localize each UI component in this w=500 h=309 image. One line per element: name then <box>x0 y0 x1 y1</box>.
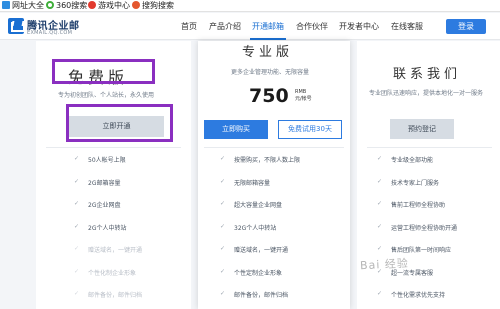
check-icon: ✓ <box>377 155 383 162</box>
feature-item: 2G企业网盘 <box>88 202 121 209</box>
plan-pro-price: 750 <box>249 85 289 107</box>
check-icon: ✓ <box>74 222 80 230</box>
check-icon: ✓ <box>220 267 226 275</box>
check-icon: ✓ <box>220 245 226 252</box>
check-icon: ✓ <box>74 267 80 275</box>
feature-item: 专业级全部功能 <box>391 157 434 164</box>
feature-item: 邮件备份，邮件归档 <box>234 292 289 299</box>
feature-item: 技术专家上门服务 <box>391 179 440 187</box>
feature-item: 个性化需求优先支持 <box>391 292 446 299</box>
game-icon <box>88 1 96 9</box>
check-icon: ✓ <box>220 200 226 207</box>
feature-item: 售后团队第一时间响应 <box>391 247 452 254</box>
bookmark-item[interactable]: 网址大全 <box>2 1 44 11</box>
nav-active-indicator <box>250 38 286 40</box>
nav-open-mailbox[interactable]: 开通邮箱 <box>252 21 284 32</box>
check-icon: ✓ <box>220 155 226 162</box>
feature-item: 2G个人中转站 <box>88 224 127 232</box>
check-icon: ✓ <box>377 200 383 207</box>
divider <box>204 147 344 148</box>
bookmark-item[interactable]: 游戏中心 <box>88 1 130 11</box>
nav-partners[interactable]: 合作伙伴 <box>296 21 328 32</box>
price-unit: RMB <box>295 89 307 95</box>
check-icon: ✓ <box>220 222 226 230</box>
feature-item: 无限邮箱容量 <box>234 179 271 187</box>
login-button[interactable]: 登录 <box>446 19 486 34</box>
nav-product[interactable]: 产品介绍 <box>209 21 241 32</box>
logo-icon[interactable] <box>8 18 25 34</box>
feature-item: 赠送域名，一键开通 <box>234 247 289 254</box>
feature-item: 个性定制企业形象 <box>234 269 283 277</box>
bookmark-label: 游戏中心 <box>98 1 130 10</box>
bookmark-label: 搜狗搜索 <box>142 1 174 10</box>
divider <box>46 147 181 148</box>
check-icon: ✓ <box>74 155 80 162</box>
check-icon: ✓ <box>74 245 80 252</box>
bookmarks-bar: 网址大全 360搜索 游戏中心 搜狗搜索 <box>0 0 500 12</box>
book-registration-button[interactable]: 预约登记 <box>390 119 454 139</box>
watermark-text: Bai 经验 <box>359 256 410 273</box>
plan-contact-title: 联系我们 <box>393 67 462 82</box>
feature-item: 2G邮箱容量 <box>88 179 121 187</box>
plan-pro-subtitle: 更多企业管理功能、无限容量 <box>231 69 310 76</box>
price-period: 元/帐号 <box>295 96 312 102</box>
feature-item: 个性化制企业形象 <box>88 269 137 277</box>
buy-now-button[interactable]: 立即购买 <box>204 120 268 139</box>
plan-free-card: 免费版 专为初创团队、个人站长，永久使用 立即开通 ✓ 50人帐号上限 ✓ 2G邮箱容… <box>36 41 191 309</box>
check-icon: ✓ <box>377 290 383 297</box>
plan-pro-card: 专业版 更多企业管理功能、无限容量 750 RMB 元/帐号 立即购买 免费试用… <box>198 41 350 309</box>
nav-developer[interactable]: 开发者中心 <box>339 21 379 32</box>
bookmark-label: 网址大全 <box>12 1 44 10</box>
check-icon: ✓ <box>377 222 383 230</box>
bookmark-label: 360搜索 <box>56 1 88 10</box>
site-navbar: 腾讯企业邮 EXMAIL.QQ.COM 首页 产品介绍 开通邮箱 合作伙伴 开发… <box>0 13 500 40</box>
brand-domain: EXMAIL.QQ.COM <box>27 30 73 36</box>
check-icon: ✓ <box>74 177 80 185</box>
sogou-icon <box>132 1 140 9</box>
highlight-box <box>66 104 173 142</box>
feature-item: 按需购买，不限人数上限 <box>234 157 301 164</box>
check-icon: ✓ <box>377 177 383 185</box>
plan-free-subtitle: 专为初创团队、个人站长，永久使用 <box>58 92 155 99</box>
feature-item: 50人帐号上限 <box>88 157 126 164</box>
nav-home[interactable]: 首页 <box>181 21 197 32</box>
feature-item: 赠送域名，一键开通 <box>88 247 143 254</box>
plan-pro-title: 专业版 <box>242 45 294 60</box>
plan-contact-subtitle: 专业团队迅速响应，提供本地化一对一服务 <box>369 90 484 97</box>
feature-item: 32G个人中转站 <box>234 224 277 232</box>
feature-item: 售前工程师全程协助 <box>391 202 446 209</box>
divider <box>367 147 492 148</box>
feature-item: 邮件备份，邮件归档 <box>88 292 143 299</box>
grid-icon <box>2 1 10 9</box>
360-icon <box>46 1 54 9</box>
highlight-box <box>52 59 155 84</box>
bookmark-item[interactable]: 360搜索 <box>46 1 87 11</box>
free-trial-button[interactable]: 免费试用30天 <box>278 120 342 139</box>
nav-support[interactable]: 在线客服 <box>391 21 423 32</box>
feature-item: 超大容量企业网盘 <box>234 202 283 209</box>
feature-item: 运营工程师全程协助开通 <box>391 224 458 232</box>
check-icon: ✓ <box>220 290 226 297</box>
check-icon: ✓ <box>377 245 383 252</box>
check-icon: ✓ <box>220 177 226 185</box>
check-icon: ✓ <box>74 290 80 297</box>
check-icon: ✓ <box>74 200 80 207</box>
bookmark-item[interactable]: 搜狗搜索 <box>132 1 174 11</box>
